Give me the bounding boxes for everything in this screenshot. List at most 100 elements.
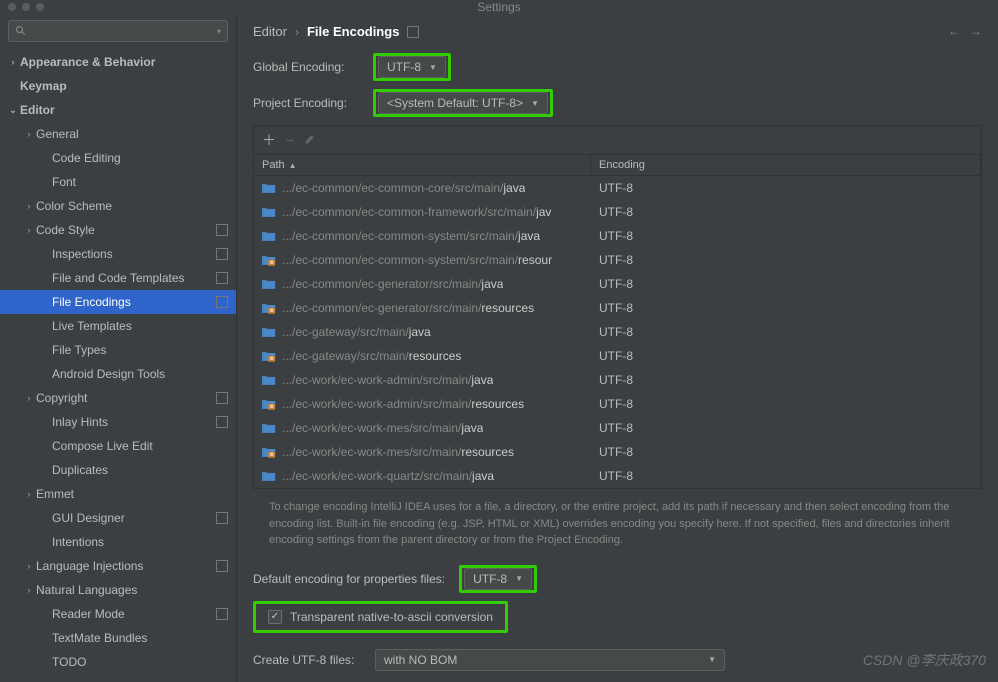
sidebar-item-code-style[interactable]: ›Code Style	[0, 218, 236, 242]
table-row[interactable]: .../ec-work/ec-work-admin/src/main/resou…	[254, 392, 981, 416]
sidebar-item-appearance-behavior[interactable]: ›Appearance & Behavior	[0, 50, 236, 74]
encoding-cell[interactable]: UTF-8	[591, 277, 981, 291]
sidebar-item-compose-live-edit[interactable]: Compose Live Edit	[0, 434, 236, 458]
sidebar-item-keymap[interactable]: Keymap	[0, 74, 236, 98]
breadcrumb-root[interactable]: Editor	[253, 24, 287, 39]
sidebar-item-general[interactable]: ›General	[0, 122, 236, 146]
sidebar-item-inspections[interactable]: Inspections	[0, 242, 236, 266]
sidebar-item-language-injections[interactable]: ›Language Injections	[0, 554, 236, 578]
encoding-cell[interactable]: UTF-8	[591, 205, 981, 219]
path-cell: .../ec-work/ec-work-admin/src/main/java	[254, 373, 591, 387]
search-input[interactable]: ▾	[8, 20, 228, 42]
sidebar-item-code-editing[interactable]: Code Editing	[0, 146, 236, 170]
folder-icon	[262, 255, 276, 266]
sidebar-item-file-and-code-templates[interactable]: File and Code Templates	[0, 266, 236, 290]
project-encoding-dropdown[interactable]: <System Default: UTF-8> ▼	[378, 92, 548, 114]
sidebar-item-label: Android Design Tools	[52, 367, 228, 381]
project-scope-icon	[216, 416, 228, 428]
back-icon[interactable]: ←	[948, 24, 960, 38]
encoding-cell[interactable]: UTF-8	[591, 349, 981, 363]
folder-icon	[262, 423, 276, 434]
sidebar-item-label: Compose Live Edit	[52, 439, 228, 453]
sidebar-item-intentions[interactable]: Intentions	[0, 530, 236, 554]
add-button[interactable]: ＋	[262, 130, 276, 150]
sidebar-item-label: Language Injections	[36, 559, 216, 573]
global-encoding-dropdown[interactable]: UTF-8 ▼	[378, 56, 446, 78]
sidebar-item-label: Inlay Hints	[52, 415, 216, 429]
folder-icon	[262, 471, 276, 482]
encoding-cell[interactable]: UTF-8	[591, 253, 981, 267]
folder-icon	[262, 399, 276, 410]
sidebar-item-editor[interactable]: ⌄Editor	[0, 98, 236, 122]
sidebar-item-live-templates[interactable]: Live Templates	[0, 314, 236, 338]
transparent-native-checkbox[interactable]: ✓ Transparent native-to-ascii conversion	[258, 606, 503, 628]
chevron-right-icon: ›	[22, 129, 36, 139]
sidebar-item-label: Reader Mode	[52, 607, 216, 621]
sidebar-item-gui-designer[interactable]: GUI Designer	[0, 506, 236, 530]
sidebar-item-duplicates[interactable]: Duplicates	[0, 458, 236, 482]
encoding-cell[interactable]: UTF-8	[591, 181, 981, 195]
properties-encoding-dropdown[interactable]: UTF-8 ▼	[464, 568, 532, 590]
sidebar-item-font[interactable]: Font	[0, 170, 236, 194]
sidebar-item-label: File Encodings	[52, 295, 216, 309]
encoding-cell[interactable]: UTF-8	[591, 373, 981, 387]
sidebar-item-label: Font	[52, 175, 228, 189]
table-row[interactable]: .../ec-common/ec-common-framework/src/ma…	[254, 200, 981, 224]
remove-button[interactable]: −	[286, 132, 294, 148]
sidebar-item-label: TextMate Bundles	[52, 631, 228, 645]
forward-icon[interactable]: →	[970, 24, 982, 38]
watermark: CSDN @李庆政370	[863, 650, 986, 670]
create-utf8-dropdown[interactable]: with NO BOM ▼	[375, 649, 725, 671]
encoding-cell[interactable]: UTF-8	[591, 397, 981, 411]
encoding-cell[interactable]: UTF-8	[591, 421, 981, 435]
table-row[interactable]: .../ec-common/ec-generator/src/main/java…	[254, 272, 981, 296]
sidebar-item-label: Copyright	[36, 391, 216, 405]
sidebar-item-todo[interactable]: TODO	[0, 650, 236, 674]
sidebar-item-label: Intentions	[52, 535, 228, 549]
chevron-right-icon: ›	[22, 561, 36, 571]
sidebar-item-label: Duplicates	[52, 463, 228, 477]
window-title: Settings	[0, 0, 998, 14]
search-history-caret-icon[interactable]: ▾	[217, 27, 221, 36]
encoding-cell[interactable]: UTF-8	[591, 325, 981, 339]
table-row[interactable]: .../ec-common/ec-generator/src/main/reso…	[254, 296, 981, 320]
encoding-cell[interactable]: UTF-8	[591, 301, 981, 315]
sidebar-item-natural-languages[interactable]: ›Natural Languages	[0, 578, 236, 602]
table-row[interactable]: .../ec-gateway/src/main/resourcesUTF-8	[254, 344, 981, 368]
settings-sidebar: ▾ ›Appearance & BehaviorKeymap⌄Editor›Ge…	[0, 14, 237, 682]
table-row[interactable]: .../ec-work/ec-work-quartz/src/main/java…	[254, 464, 981, 488]
sidebar-item-android-design-tools[interactable]: Android Design Tools	[0, 362, 236, 386]
table-row[interactable]: .../ec-common/ec-common-core/src/main/ja…	[254, 176, 981, 200]
path-cell: .../ec-work/ec-work-mes/src/main/java	[254, 421, 591, 435]
encoding-header[interactable]: Encoding	[591, 155, 981, 175]
table-row[interactable]: .../ec-work/ec-work-mes/src/main/javaUTF…	[254, 416, 981, 440]
table-row[interactable]: .../ec-common/ec-common-system/src/main/…	[254, 248, 981, 272]
sidebar-item-inlay-hints[interactable]: Inlay Hints	[0, 410, 236, 434]
sidebar-item-textmate-bundles[interactable]: TextMate Bundles	[0, 626, 236, 650]
sidebar-item-file-types[interactable]: File Types	[0, 338, 236, 362]
path-header[interactable]: Path▲	[254, 155, 591, 175]
sidebar-item-label: File and Code Templates	[52, 271, 216, 285]
path-cell: .../ec-common/ec-generator/src/main/reso…	[254, 301, 591, 315]
folder-icon	[262, 447, 276, 458]
table-row[interactable]: .../ec-common/ec-common-system/src/main/…	[254, 224, 981, 248]
folder-icon	[262, 351, 276, 362]
encoding-cell[interactable]: UTF-8	[591, 469, 981, 483]
sidebar-item-copyright[interactable]: ›Copyright	[0, 386, 236, 410]
path-cell: .../ec-common/ec-common-core/src/main/ja…	[254, 181, 591, 195]
table-row[interactable]: .../ec-gateway/src/main/javaUTF-8	[254, 320, 981, 344]
breadcrumb: Editor › File Encodings	[253, 24, 982, 39]
sidebar-item-reader-mode[interactable]: Reader Mode	[0, 602, 236, 626]
folder-icon	[262, 183, 276, 194]
sidebar-item-file-encodings[interactable]: File Encodings	[0, 290, 236, 314]
create-utf8-value: with NO BOM	[384, 653, 457, 667]
search-icon	[15, 25, 27, 37]
edit-button[interactable]	[304, 132, 316, 148]
encoding-cell[interactable]: UTF-8	[591, 445, 981, 459]
table-row[interactable]: .../ec-work/ec-work-mes/src/main/resourc…	[254, 440, 981, 464]
project-scope-icon	[216, 560, 228, 572]
encoding-cell[interactable]: UTF-8	[591, 229, 981, 243]
sidebar-item-emmet[interactable]: ›Emmet	[0, 482, 236, 506]
table-row[interactable]: .../ec-work/ec-work-admin/src/main/javaU…	[254, 368, 981, 392]
sidebar-item-color-scheme[interactable]: ›Color Scheme	[0, 194, 236, 218]
